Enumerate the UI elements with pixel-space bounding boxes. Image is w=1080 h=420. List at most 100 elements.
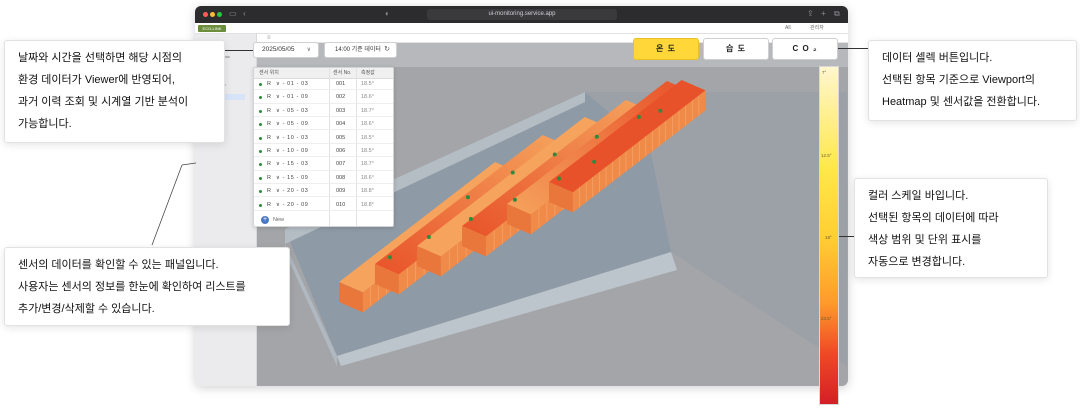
sensor-status-dot xyxy=(259,96,262,100)
sensor-value: 18.5° xyxy=(361,81,374,87)
sensor-marker[interactable] xyxy=(512,197,517,202)
sensor-location[interactable]: R ∨ - 05 - 09 xyxy=(267,119,308,130)
sensor-marker[interactable] xyxy=(426,234,431,239)
sensor-marker[interactable] xyxy=(594,134,599,139)
humidity-button[interactable]: 습 도 xyxy=(703,38,769,60)
filter-dropdown[interactable]: All xyxy=(785,25,791,32)
callout-panel-line: 센서의 데이터를 확인할 수 있는 패널입니다. xyxy=(18,259,219,271)
sensor-number: 010 xyxy=(336,201,346,208)
add-sensor-row[interactable]: + New xyxy=(254,214,393,226)
sensor-value: 18.6° xyxy=(361,174,374,181)
sensor-row[interactable]: R ∨ - 10 - 03 005 18.5° xyxy=(254,133,393,144)
sensor-location[interactable]: R ∨ - 15 - 09 xyxy=(267,173,308,184)
share-icon[interactable]: ⇪ xyxy=(807,9,814,19)
date-picker[interactable]: 2025/05/05 ∨ xyxy=(253,42,319,58)
sensor-location[interactable]: R ∨ - 10 - 09 xyxy=(267,146,308,157)
maximize-window-button[interactable] xyxy=(217,12,222,17)
sensor-row[interactable]: R ∨ - 15 - 09 008 18.6° xyxy=(254,173,393,184)
sensor-marker[interactable] xyxy=(387,255,392,260)
chevron-down-icon: ∨ xyxy=(306,47,311,53)
sensor-status-dot xyxy=(259,123,262,127)
column-header-location: 센서 위치 xyxy=(259,70,279,76)
callout-datetime: 날짜와 시간을 선택하면 해당 시점의 환경 데이터가 Viewer에 반영되어… xyxy=(4,40,225,143)
sensor-marker[interactable] xyxy=(592,159,597,164)
sensor-status-dot xyxy=(259,203,262,207)
leader-line-panel xyxy=(151,162,197,246)
app-header: ECO-LINK All 관리자 xyxy=(195,23,848,34)
sensor-location[interactable]: R ∨ - 05 - 03 xyxy=(267,106,308,117)
sensor-number: 004 xyxy=(336,121,346,128)
sensor-status-dot xyxy=(259,190,262,194)
page: ▭ ‹ ◐ ui-monitoring.service.app ⇪ + ⧉ EC… xyxy=(0,0,1080,420)
callout-datetime-line: 날짜와 시간을 선택하면 해당 시점의 xyxy=(18,52,183,64)
sensor-location[interactable]: R ∨ - 10 - 03 xyxy=(267,133,308,144)
sensor-row[interactable]: R ∨ - 01 - 03 001 18.5° xyxy=(254,79,393,91)
sensor-marker[interactable] xyxy=(465,195,470,200)
close-window-button[interactable] xyxy=(203,12,208,17)
sensor-location[interactable]: R ∨ - 01 - 03 xyxy=(267,79,308,90)
callout-datetime-line: 가능합니다. xyxy=(18,118,72,130)
sensor-value: 18.6° xyxy=(361,94,374,101)
callout-select-line: Heatmap 및 센서값을 전환합니다. xyxy=(882,96,1041,108)
sensor-row[interactable]: R ∨ - 20 - 09 010 18.8° xyxy=(254,200,393,211)
sensor-location[interactable]: R ∨ - 20 - 09 xyxy=(267,200,308,211)
callout-scale: 컬러 스케일 바입니다. 선택된 항목의 데이터에 따라 색상 범위 및 단위 … xyxy=(854,178,1048,278)
user-menu[interactable]: 관리자 xyxy=(810,25,824,32)
sensor-marker[interactable] xyxy=(556,176,561,181)
callout-select: 데이터 셀렉 버튼입니다. 선택된 항목 기준으로 Viewport의 Heat… xyxy=(868,40,1077,121)
add-sensor-label: New xyxy=(273,217,285,223)
shield-icon: ◐ xyxy=(385,9,390,18)
sensor-row[interactable]: R ∨ - 10 - 09 006 18.5° xyxy=(254,146,393,158)
browser-titlebar: ▭ ‹ ◐ ui-monitoring.service.app ⇪ + ⧉ xyxy=(195,6,848,23)
sensor-marker[interactable] xyxy=(658,108,663,113)
sensor-marker[interactable] xyxy=(468,216,473,221)
sensor-value: 18.6° xyxy=(361,121,374,128)
minimize-window-button[interactable] xyxy=(210,12,215,17)
sensor-row[interactable]: R ∨ - 05 - 09 004 18.6° xyxy=(254,119,393,131)
sensor-number: 008 xyxy=(336,174,346,181)
callout-panel-line: 추가/변경/삭제할 수 있습니다. xyxy=(18,303,155,315)
sensor-value: 18.5° xyxy=(361,134,374,141)
sensor-marker[interactable] xyxy=(636,114,641,119)
callout-panel: 센서의 데이터를 확인할 수 있는 패널입니다. 사용자는 센서의 정보를 한눈… xyxy=(4,247,290,326)
co2-button[interactable]: C O ₂ xyxy=(772,38,838,60)
sensor-status-dot xyxy=(259,109,262,113)
sensor-row[interactable]: R ∨ - 01 - 09 002 18.6° xyxy=(254,92,393,104)
time-picker[interactable]: 14:00 기준 데이터 ↻ xyxy=(324,42,397,58)
leader-line-scale xyxy=(839,236,854,237)
sensor-marker[interactable] xyxy=(552,152,557,157)
column-header-value: 측정값 xyxy=(361,70,375,76)
sensor-panel: 센서 위치 센서 No. 측정값 R ∨ - 01 - 03 001 18.5° R … xyxy=(253,67,394,227)
leader-line-datetime xyxy=(225,50,253,51)
sensor-marker[interactable] xyxy=(510,170,515,175)
sidebar-toggle-icon[interactable]: ▭ xyxy=(229,9,237,19)
sensor-location[interactable]: R ∨ - 15 - 03 xyxy=(267,159,308,170)
sensor-value: 18.5° xyxy=(361,148,374,154)
sensor-number: 006 xyxy=(336,148,346,154)
callout-scale-line: 선택된 항목의 데이터에 따라 xyxy=(868,212,999,224)
sensor-number: 002 xyxy=(336,94,346,101)
sensor-row[interactable]: R ∨ - 05 - 03 003 18.7° xyxy=(254,106,393,117)
sensor-row[interactable]: R ∨ - 15 - 03 007 18.7° xyxy=(254,159,393,171)
callout-scale-line: 자동으로 변경합니다. xyxy=(868,256,966,268)
temperature-button[interactable]: 온 도 xyxy=(633,38,699,60)
new-tab-icon[interactable]: + xyxy=(821,9,826,19)
back-arrow-icon[interactable]: ‹ xyxy=(243,9,246,19)
callout-datetime-line: 과거 이력 조회 및 시계열 기반 분석이 xyxy=(18,96,189,108)
sensor-status-dot xyxy=(259,176,262,180)
sensor-value: 18.7° xyxy=(361,107,374,114)
url-bar[interactable]: ui-monitoring.service.app xyxy=(427,9,617,20)
leader-line-select xyxy=(838,48,868,49)
scale-label-top: 7° xyxy=(822,70,827,75)
sensor-number: 009 xyxy=(336,188,346,195)
date-value: 2025/05/05 xyxy=(262,46,295,53)
sensor-row[interactable]: R ∨ - 20 - 03 009 18.8° xyxy=(254,186,393,198)
sensor-location[interactable]: R ∨ - 20 - 03 xyxy=(267,186,308,197)
callout-scale-line: 색상 범위 및 단위 표시를 xyxy=(868,234,982,246)
refresh-icon[interactable]: ↻ xyxy=(384,43,390,57)
time-value: 14:00 기준 데이터 xyxy=(335,47,381,53)
tabs-overview-icon[interactable]: ⧉ xyxy=(834,9,840,19)
sensor-status-dot xyxy=(259,83,262,86)
sensor-status-dot xyxy=(259,136,262,140)
sensor-location[interactable]: R ∨ - 01 - 09 xyxy=(267,92,308,103)
